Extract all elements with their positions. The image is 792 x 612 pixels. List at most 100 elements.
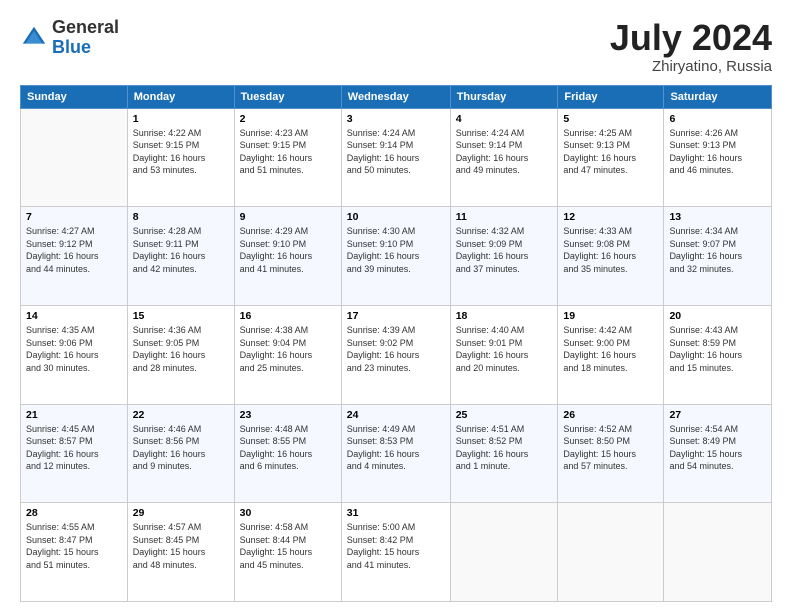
- day-number: 9: [240, 211, 336, 223]
- day-info: Sunrise: 4:38 AM Sunset: 9:04 PM Dayligh…: [240, 324, 336, 374]
- day-info: Sunrise: 4:39 AM Sunset: 9:02 PM Dayligh…: [347, 324, 445, 374]
- calendar-header-row: Sunday Monday Tuesday Wednesday Thursday…: [21, 85, 772, 108]
- col-thursday: Thursday: [450, 85, 558, 108]
- day-info: Sunrise: 4:52 AM Sunset: 8:50 PM Dayligh…: [563, 423, 658, 473]
- calendar-cell: 22Sunrise: 4:46 AM Sunset: 8:56 PM Dayli…: [127, 404, 234, 503]
- day-info: Sunrise: 4:28 AM Sunset: 9:11 PM Dayligh…: [133, 225, 229, 275]
- day-info: Sunrise: 4:24 AM Sunset: 9:14 PM Dayligh…: [347, 127, 445, 177]
- day-info: Sunrise: 5:00 AM Sunset: 8:42 PM Dayligh…: [347, 521, 445, 571]
- day-number: 12: [563, 211, 658, 223]
- logo-text: General Blue: [52, 18, 119, 58]
- col-wednesday: Wednesday: [341, 85, 450, 108]
- calendar-cell: 17 Sunrise: 4:39 AM Sunset: 9:02 PM Dayli…: [341, 305, 450, 404]
- calendar-cell: 30Sunrise: 4:58 AM Sunset: 8:44 PM Dayli…: [234, 503, 341, 602]
- day-info: Sunrise: 4:58 AM Sunset: 8:44 PM Dayligh…: [240, 521, 336, 571]
- day-number: 27: [669, 409, 766, 421]
- day-number: 25: [456, 409, 553, 421]
- calendar-table: Sunday Monday Tuesday Wednesday Thursday…: [20, 85, 772, 602]
- day-info: Sunrise: 4:34 AM Sunset: 9:07 PM Dayligh…: [669, 225, 766, 275]
- calendar-cell: 21 Sunrise: 4:45 AM Sunset: 8:57 PM Dayli…: [21, 404, 128, 503]
- calendar-cell: 4Sunrise: 4:24 AM Sunset: 9:14 PM Daylig…: [450, 108, 558, 207]
- day-number: 5: [563, 113, 658, 125]
- day-info: Sunrise: 4:57 AM Sunset: 8:45 PM Dayligh…: [133, 521, 229, 571]
- day-info: Sunrise: 4:24 AM Sunset: 9:14 PM Dayligh…: [456, 127, 553, 177]
- calendar-cell: 6 Sunrise: 4:26 AM Sunset: 9:13 PM Daylig…: [664, 108, 772, 207]
- day-number: 18: [456, 310, 553, 322]
- day-number: 7: [26, 211, 122, 223]
- day-info: Sunrise: 4:35 AM Sunset: 9:06 PM Dayligh…: [26, 324, 122, 374]
- calendar-week-row: 28Sunrise: 4:55 AM Sunset: 8:47 PM Dayli…: [21, 503, 772, 602]
- day-number: 14: [26, 310, 122, 322]
- calendar-cell: 26 Sunrise: 4:52 AM Sunset: 8:50 PM Dayli…: [558, 404, 664, 503]
- calendar-cell: 19Sunrise: 4:42 AM Sunset: 9:00 PM Dayli…: [558, 305, 664, 404]
- calendar-cell: 31Sunrise: 5:00 AM Sunset: 8:42 PM Dayli…: [341, 503, 450, 602]
- calendar-cell: 20 Sunrise: 4:43 AM Sunset: 8:59 PM Dayli…: [664, 305, 772, 404]
- col-monday: Monday: [127, 85, 234, 108]
- day-number: 6: [669, 113, 766, 125]
- col-friday: Friday: [558, 85, 664, 108]
- day-number: 22: [133, 409, 229, 421]
- day-number: 11: [456, 211, 553, 223]
- day-info: Sunrise: 4:22 AM Sunset: 9:15 PM Dayligh…: [133, 127, 229, 177]
- calendar-cell: 23 Sunrise: 4:48 AM Sunset: 8:55 PM Dayli…: [234, 404, 341, 503]
- calendar-cell: [664, 503, 772, 602]
- day-info: Sunrise: 4:54 AM Sunset: 8:49 PM Dayligh…: [669, 423, 766, 473]
- calendar-cell: 8Sunrise: 4:28 AM Sunset: 9:11 PM Daylig…: [127, 207, 234, 306]
- month-title: July 2024: [610, 18, 772, 58]
- page: General Blue July 2024 Zhiryatino, Russi…: [0, 0, 792, 612]
- day-info: Sunrise: 4:43 AM Sunset: 8:59 PM Dayligh…: [669, 324, 766, 374]
- day-number: 21: [26, 409, 122, 421]
- calendar-cell: 28Sunrise: 4:55 AM Sunset: 8:47 PM Dayli…: [21, 503, 128, 602]
- calendar-cell: 14 Sunrise: 4:35 AM Sunset: 9:06 PM Dayli…: [21, 305, 128, 404]
- day-number: 10: [347, 211, 445, 223]
- calendar-week-row: 21 Sunrise: 4:45 AM Sunset: 8:57 PM Dayli…: [21, 404, 772, 503]
- day-number: 26: [563, 409, 658, 421]
- day-info: Sunrise: 4:36 AM Sunset: 9:05 PM Dayligh…: [133, 324, 229, 374]
- day-info: Sunrise: 4:27 AM Sunset: 9:12 PM Dayligh…: [26, 225, 122, 275]
- location: Zhiryatino, Russia: [610, 58, 772, 75]
- calendar-week-row: 1 Sunrise: 4:22 AM Sunset: 9:15 PM Daylig…: [21, 108, 772, 207]
- day-info: Sunrise: 4:51 AM Sunset: 8:52 PM Dayligh…: [456, 423, 553, 473]
- col-saturday: Saturday: [664, 85, 772, 108]
- logo-general: General: [52, 17, 119, 37]
- day-info: Sunrise: 4:33 AM Sunset: 9:08 PM Dayligh…: [563, 225, 658, 275]
- day-info: Sunrise: 4:40 AM Sunset: 9:01 PM Dayligh…: [456, 324, 553, 374]
- day-number: 3: [347, 113, 445, 125]
- day-number: 19: [563, 310, 658, 322]
- calendar-cell: 5 Sunrise: 4:25 AM Sunset: 9:13 PM Daylig…: [558, 108, 664, 207]
- calendar-cell: 12 Sunrise: 4:33 AM Sunset: 9:08 PM Dayli…: [558, 207, 664, 306]
- calendar-cell: 11 Sunrise: 4:32 AM Sunset: 9:09 PM Dayli…: [450, 207, 558, 306]
- calendar-cell: 15 Sunrise: 4:36 AM Sunset: 9:05 PM Dayli…: [127, 305, 234, 404]
- day-info: Sunrise: 4:45 AM Sunset: 8:57 PM Dayligh…: [26, 423, 122, 473]
- day-number: 15: [133, 310, 229, 322]
- calendar-cell: 1 Sunrise: 4:22 AM Sunset: 9:15 PM Daylig…: [127, 108, 234, 207]
- day-number: 17: [347, 310, 445, 322]
- calendar-cell: 7 Sunrise: 4:27 AM Sunset: 9:12 PM Daylig…: [21, 207, 128, 306]
- day-info: Sunrise: 4:49 AM Sunset: 8:53 PM Dayligh…: [347, 423, 445, 473]
- calendar-cell: 3 Sunrise: 4:24 AM Sunset: 9:14 PM Daylig…: [341, 108, 450, 207]
- header: General Blue July 2024 Zhiryatino, Russi…: [20, 18, 772, 75]
- calendar-cell: 10Sunrise: 4:30 AM Sunset: 9:10 PM Dayli…: [341, 207, 450, 306]
- calendar-week-row: 7 Sunrise: 4:27 AM Sunset: 9:12 PM Daylig…: [21, 207, 772, 306]
- day-number: 23: [240, 409, 336, 421]
- day-info: Sunrise: 4:32 AM Sunset: 9:09 PM Dayligh…: [456, 225, 553, 275]
- day-info: Sunrise: 4:26 AM Sunset: 9:13 PM Dayligh…: [669, 127, 766, 177]
- calendar-cell: [21, 108, 128, 207]
- col-tuesday: Tuesday: [234, 85, 341, 108]
- day-info: Sunrise: 4:25 AM Sunset: 9:13 PM Dayligh…: [563, 127, 658, 177]
- day-number: 29: [133, 507, 229, 519]
- day-number: 1: [133, 113, 229, 125]
- day-number: 13: [669, 211, 766, 223]
- day-info: Sunrise: 4:48 AM Sunset: 8:55 PM Dayligh…: [240, 423, 336, 473]
- calendar-cell: 16 Sunrise: 4:38 AM Sunset: 9:04 PM Dayli…: [234, 305, 341, 404]
- day-number: 2: [240, 113, 336, 125]
- calendar-cell: 13 Sunrise: 4:34 AM Sunset: 9:07 PM Dayli…: [664, 207, 772, 306]
- day-number: 20: [669, 310, 766, 322]
- day-info: Sunrise: 4:55 AM Sunset: 8:47 PM Dayligh…: [26, 521, 122, 571]
- logo-blue: Blue: [52, 37, 91, 57]
- calendar-cell: [558, 503, 664, 602]
- calendar-cell: 25 Sunrise: 4:51 AM Sunset: 8:52 PM Dayli…: [450, 404, 558, 503]
- logo: General Blue: [20, 18, 119, 58]
- calendar-cell: 27 Sunrise: 4:54 AM Sunset: 8:49 PM Dayli…: [664, 404, 772, 503]
- day-number: 16: [240, 310, 336, 322]
